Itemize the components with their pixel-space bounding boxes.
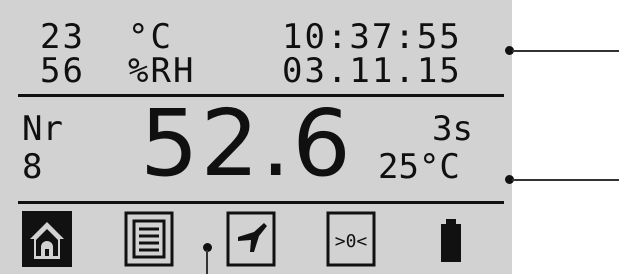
home-icon[interactable] bbox=[22, 207, 72, 267]
clock-time: 10:37:55 bbox=[282, 17, 462, 57]
callout-line-middle bbox=[512, 179, 619, 181]
ambient-humidity: 56 bbox=[40, 51, 85, 91]
nr-value: 8 bbox=[22, 147, 43, 187]
bottom-divider bbox=[18, 201, 504, 204]
list-icon[interactable] bbox=[124, 207, 174, 267]
calendar-date: 03.11.15 bbox=[282, 51, 462, 91]
lcd-display: 23 °C 10:37:55 56 %RH 03.11.15 Nr 8 52.6… bbox=[0, 0, 512, 274]
callout-line-bottom bbox=[206, 250, 208, 274]
measure-duration: 3s bbox=[432, 109, 473, 149]
probe-icon[interactable] bbox=[226, 207, 276, 267]
humidity-unit: %RH bbox=[128, 51, 196, 91]
zero-icon-label: >0< bbox=[335, 231, 368, 252]
callout-line-top bbox=[512, 50, 619, 52]
ambient-temperature: 23 bbox=[40, 17, 85, 57]
temperature-unit: °C bbox=[128, 17, 173, 57]
battery-icon bbox=[426, 207, 476, 267]
zero-icon[interactable]: >0< bbox=[326, 207, 376, 267]
probe-temperature: 25°C bbox=[378, 147, 460, 187]
main-reading-value: 52.6 bbox=[140, 90, 353, 197]
nr-label: Nr bbox=[22, 109, 63, 149]
